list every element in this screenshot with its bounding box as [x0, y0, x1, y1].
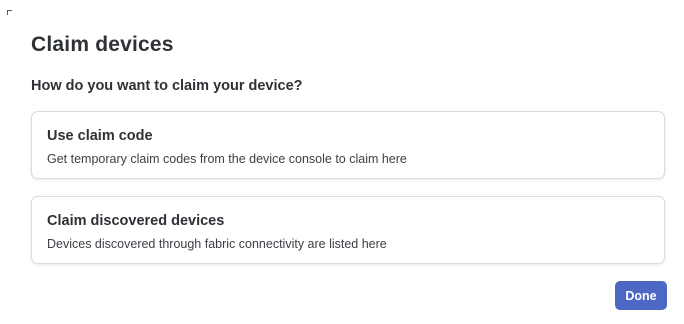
- dialog-title: Claim devices: [31, 33, 174, 56]
- claim-method-question: How do you want to claim your device?: [31, 78, 303, 94]
- option-title: Use claim code: [47, 128, 153, 144]
- done-button[interactable]: Done: [615, 281, 667, 310]
- corner-mark: [7, 10, 12, 15]
- option-use-claim-code[interactable]: Use claim code Get temporary claim codes…: [31, 111, 665, 179]
- option-claim-discovered-devices[interactable]: Claim discovered devices Devices discove…: [31, 196, 665, 264]
- option-description: Devices discovered through fabric connec…: [47, 237, 387, 251]
- option-title: Claim discovered devices: [47, 213, 225, 229]
- option-description: Get temporary claim codes from the devic…: [47, 152, 407, 166]
